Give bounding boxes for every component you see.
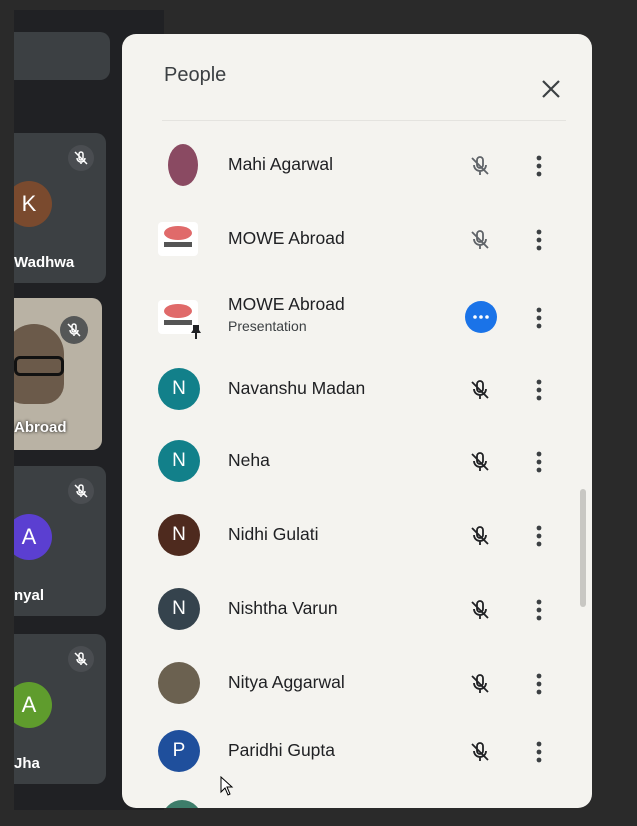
mute-button[interactable] bbox=[466, 152, 494, 180]
mic-off-icon bbox=[68, 145, 94, 171]
mic-off-icon bbox=[60, 316, 88, 344]
participant-name: Abroad bbox=[14, 419, 67, 436]
participant-tile[interactable]: A nyal bbox=[14, 466, 106, 616]
more-vert-icon bbox=[536, 229, 542, 251]
more-vert-icon bbox=[536, 451, 542, 473]
participant-name: Navanshu Madan bbox=[228, 378, 366, 398]
more-vert-icon bbox=[536, 525, 542, 547]
mute-button[interactable] bbox=[466, 738, 494, 766]
avatar: N bbox=[158, 368, 200, 410]
mute-button[interactable] bbox=[466, 376, 494, 404]
list-item[interactable]: MOWE Abroad Presentation bbox=[158, 290, 564, 346]
participant-name: Nishtha Varun bbox=[228, 598, 338, 618]
more-vert-icon bbox=[536, 599, 542, 621]
avatar: K bbox=[14, 181, 52, 227]
mic-off-icon bbox=[68, 646, 94, 672]
avatar: N bbox=[158, 440, 200, 482]
mute-button[interactable] bbox=[466, 670, 494, 698]
participant-tile[interactable]: A Jha bbox=[14, 634, 106, 784]
participant-name: Wadhwa bbox=[14, 254, 75, 271]
participant-subtitle: Presentation bbox=[228, 318, 307, 334]
panel-title: People bbox=[164, 64, 227, 86]
participant-name: Mahi Agarwal bbox=[228, 154, 334, 174]
avatar bbox=[162, 800, 202, 808]
list-item[interactable]: N Neha bbox=[158, 434, 564, 490]
mic-off-icon bbox=[471, 674, 489, 693]
list-item[interactable]: Mahi Agarwal bbox=[158, 138, 564, 194]
mic-off-icon bbox=[471, 156, 489, 175]
mic-off-icon bbox=[471, 230, 489, 249]
scrollbar[interactable] bbox=[580, 489, 586, 607]
participant-name: nyal bbox=[14, 587, 45, 604]
more-options-button[interactable] bbox=[530, 151, 548, 181]
mute-button[interactable] bbox=[466, 522, 494, 550]
people-panel: People Mahi Agarwal MOWE Abroad MOWE Abr… bbox=[122, 34, 592, 808]
participant-video-detail bbox=[14, 356, 64, 376]
pin-icon bbox=[191, 325, 201, 339]
more-vert-icon bbox=[536, 673, 542, 695]
more-horiz-icon bbox=[473, 315, 489, 319]
more-vert-icon bbox=[536, 379, 542, 401]
participant-name: Jha bbox=[14, 755, 40, 772]
avatar: A bbox=[14, 682, 52, 728]
divider bbox=[162, 120, 566, 121]
more-options-button[interactable] bbox=[530, 737, 548, 767]
list-item[interactable]: N Navanshu Madan bbox=[158, 362, 564, 418]
mic-off-icon bbox=[68, 478, 94, 504]
participant-name: Nitya Aggarwal bbox=[228, 672, 345, 692]
cursor-icon bbox=[220, 776, 234, 796]
mic-off-icon bbox=[471, 526, 489, 545]
more-options-button[interactable] bbox=[530, 669, 548, 699]
mic-off-icon bbox=[471, 380, 489, 399]
more-options-button[interactable] bbox=[530, 521, 548, 551]
participant-name: Neha bbox=[228, 450, 270, 470]
list-item[interactable]: N Nidhi Gulati bbox=[158, 508, 564, 564]
grid-top-tile bbox=[14, 32, 110, 80]
mute-button[interactable] bbox=[466, 596, 494, 624]
presentation-indicator[interactable] bbox=[465, 301, 497, 333]
mute-button[interactable] bbox=[466, 226, 494, 254]
mic-off-icon bbox=[471, 742, 489, 761]
more-options-button[interactable] bbox=[530, 303, 548, 333]
mic-off-icon bbox=[471, 452, 489, 471]
mic-off-icon bbox=[471, 600, 489, 619]
participant-tile[interactable]: K Wadhwa bbox=[14, 133, 106, 283]
list-item[interactable]: N Nishtha Varun bbox=[158, 582, 564, 638]
close-icon bbox=[542, 80, 560, 98]
more-options-button[interactable] bbox=[530, 595, 548, 625]
avatar: P bbox=[158, 730, 200, 772]
list-item[interactable]: P Paridhi Gupta bbox=[158, 724, 564, 780]
more-vert-icon bbox=[536, 307, 542, 329]
participant-name: Nidhi Gulati bbox=[228, 524, 319, 544]
participant-name: MOWE Abroad bbox=[228, 228, 345, 248]
participant-name: MOWE Abroad bbox=[228, 294, 345, 314]
avatar: A bbox=[14, 514, 52, 560]
more-options-button[interactable] bbox=[530, 375, 548, 405]
avatar bbox=[168, 144, 198, 186]
close-button[interactable] bbox=[538, 76, 564, 102]
avatar: N bbox=[158, 588, 200, 630]
more-vert-icon bbox=[536, 741, 542, 763]
more-options-button[interactable] bbox=[530, 447, 548, 477]
avatar bbox=[158, 222, 198, 256]
participant-name: Paridhi Gupta bbox=[228, 740, 336, 760]
list-item[interactable]: MOWE Abroad bbox=[158, 212, 564, 268]
participant-video-tile[interactable]: Abroad bbox=[14, 298, 102, 450]
mute-button[interactable] bbox=[466, 448, 494, 476]
list-item[interactable]: Nitya Aggarwal bbox=[158, 656, 564, 712]
more-vert-icon bbox=[536, 155, 542, 177]
avatar: N bbox=[158, 514, 200, 556]
avatar bbox=[158, 662, 200, 704]
more-options-button[interactable] bbox=[530, 225, 548, 255]
